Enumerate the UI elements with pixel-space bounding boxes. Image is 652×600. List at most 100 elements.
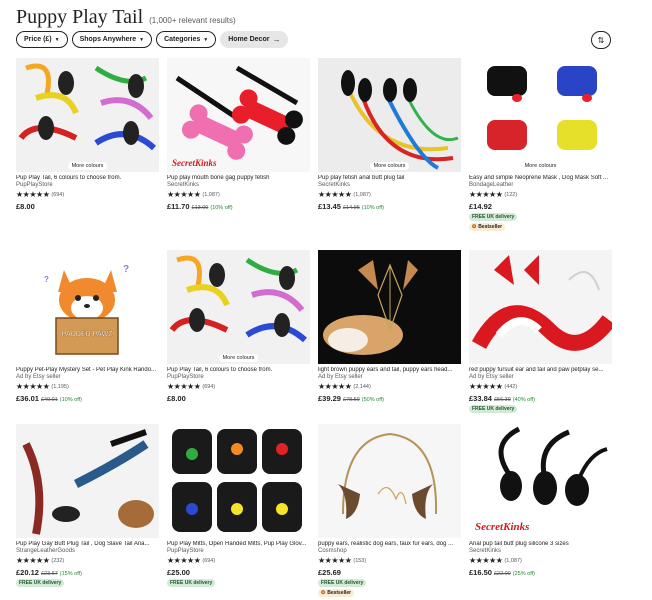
bestseller-icon: ✪	[321, 590, 326, 596]
tags: FREE UK delivery	[16, 579, 159, 587]
caret-down-icon: ▼	[203, 36, 209, 43]
price: £11.70	[167, 202, 190, 211]
home-decor-filter-button[interactable]: Home Decor →	[220, 31, 289, 48]
review-count: (1,087)	[202, 192, 220, 198]
product-title[interactable]: Pup Play Tail, 6 colours to choose from.	[16, 175, 159, 181]
free-delivery-badge: FREE UK delivery	[16, 579, 65, 587]
discount: (10% off)	[361, 205, 384, 211]
product-image[interactable]	[167, 424, 310, 538]
product-title[interactable]: Pup play mouth bone gag puppy fetish	[167, 175, 310, 181]
rating: ★★★★★ (1,195)	[16, 383, 159, 391]
star-rating-icon: ★★★★★	[167, 382, 201, 391]
price: £25.00	[167, 568, 190, 577]
silicone-plugs-image: SecretKinks	[469, 424, 612, 538]
original-price: £56.39	[493, 397, 511, 403]
svg-text:?: ?	[123, 264, 129, 275]
shop-name: SecretKinks	[469, 548, 502, 554]
image-watermark: PADDED PAWZ	[62, 331, 113, 338]
caret-down-icon: ▼	[139, 36, 145, 43]
star-rating-icon: ★★★★★	[16, 556, 50, 565]
star-rating-icon: ★★★★★	[469, 556, 503, 565]
price-row: £20.12 £23.67 (15% off)	[16, 568, 159, 577]
product-title[interactable]: Pup Play Mitts, Open Handed Mitts, Pup P…	[167, 541, 310, 547]
bestseller-label: Bestseller	[478, 224, 503, 230]
dog-masks-image	[469, 58, 612, 172]
product-title[interactable]: Pup play fetish anal butt plug tail	[318, 175, 461, 181]
corgi-box-image: PADDED PAWZ ? ?	[16, 250, 159, 364]
product-image[interactable]: More colours	[16, 58, 159, 172]
product-card[interactable]: More colours Pup Play Tail, 6 colours to…	[16, 58, 159, 211]
shop-location-filter-button[interactable]: Shops Anywhere ▼	[71, 31, 153, 48]
product-image[interactable]: More colours	[469, 58, 612, 172]
product-card[interactable]: puppy ears, realistic dog ears, faux fur…	[318, 424, 461, 597]
caret-down-icon: ▼	[54, 36, 60, 43]
product-card[interactable]: light brown puppy ears and tail, puppy e…	[318, 250, 461, 403]
product-card[interactable]: More colours Pup play fetish anal butt p…	[318, 58, 461, 211]
product-card[interactable]: More colours Easy and simple Neoprene Ma…	[469, 58, 612, 231]
price-filter-button[interactable]: Price (£) ▼	[16, 31, 68, 48]
product-card[interactable]: SecretKinks Anal pup tail butt plug sili…	[469, 424, 612, 577]
result-count: (1,000+ relevant results)	[149, 16, 236, 25]
product-card[interactable]: SecretKinks Pup play mouth bone gag pupp…	[167, 58, 310, 211]
shop-name: Cosmshop	[318, 548, 347, 554]
review-count: (694)	[51, 192, 65, 198]
free-delivery-badge: FREE UK delivery	[167, 579, 216, 587]
arrow-right-icon: →	[272, 35, 281, 44]
product-title[interactable]: Easy and simple Neoprene Mask , Dog Mask…	[469, 175, 612, 181]
price: £8.00	[16, 202, 35, 211]
categories-filter-button[interactable]: Categories ▼	[156, 31, 217, 48]
price: £39.29	[318, 394, 341, 403]
shop-name: BondageLeather	[469, 182, 514, 188]
product-image[interactable]: More colours	[167, 250, 310, 364]
price-row: £8.00	[167, 394, 310, 403]
rating: ★★★★★ (153)	[318, 557, 461, 565]
price-row: £13.45 £14.95 (10% off)	[318, 202, 461, 211]
price-row: £36.01 £40.01 (10% off)	[16, 394, 159, 403]
product-title[interactable]: Pup Play Tail, 6 colours to choose from.	[167, 367, 310, 373]
discount: (25% off)	[512, 571, 535, 577]
ears-tail-image	[318, 250, 461, 364]
rating: ★★★★★ (232)	[16, 557, 159, 565]
price: £20.12	[16, 568, 39, 577]
original-price: £22.00	[493, 571, 511, 577]
shop-name: Ad by Etsy seller	[469, 374, 514, 380]
product-card[interactable]: More colours Pup Play Tail, 6 colours to…	[167, 250, 310, 403]
review-count: (694)	[202, 558, 216, 564]
review-count: (122)	[504, 192, 518, 198]
product-image[interactable]	[318, 250, 461, 364]
product-card[interactable]: Pup Play Gay Butt Plug Tail , Dog Slave …	[16, 424, 159, 587]
price-row: £25.00	[167, 568, 310, 577]
product-image[interactable]: More colours	[318, 58, 461, 172]
product-title[interactable]: puppy ears, realistic dog ears, faux fur…	[318, 541, 461, 547]
product-image[interactable]: PADDED PAWZ ? ?	[16, 250, 159, 364]
rating: ★★★★★ (1,087)	[318, 191, 461, 199]
product-image[interactable]	[318, 424, 461, 538]
product-title[interactable]: red puppy fursuit ear and tail and paw p…	[469, 367, 612, 373]
shop-name: SecretKinks	[318, 182, 351, 188]
more-colours-badge: More colours	[520, 162, 561, 170]
product-title[interactable]: light brown puppy ears and tail, puppy e…	[318, 367, 461, 373]
leather-tails-image	[16, 424, 159, 538]
review-count: (1,087)	[504, 558, 522, 564]
product-image[interactable]: SecretKinks	[469, 424, 612, 538]
product-image[interactable]	[16, 424, 159, 538]
product-image[interactable]: SecretKinks	[167, 58, 310, 172]
rating: ★★★★★ (694)	[167, 557, 310, 565]
product-card[interactable]: PADDED PAWZ ? ? Puppy Pet-Play Mystery S…	[16, 250, 159, 403]
product-title[interactable]: Puppy Pet-Play Mystery Set - Pet Play Ki…	[16, 367, 159, 373]
product-title[interactable]: Anal pup tail butt plug silicone 3 sizes	[469, 541, 612, 547]
shop-location-filter-label: Shops Anywhere	[79, 36, 137, 43]
product-title[interactable]: Pup Play Gay Butt Plug Tail , Dog Slave …	[16, 541, 159, 547]
product-image[interactable]	[469, 250, 612, 364]
shop-name: Ad by Etsy seller	[16, 374, 61, 380]
product-card[interactable]: Pup Play Mitts, Open Handed Mitts, Pup P…	[167, 424, 310, 587]
rating: ★★★★★ (2,144)	[318, 383, 461, 391]
rating: ★★★★★ (694)	[167, 383, 310, 391]
headband-ears-image	[318, 424, 461, 538]
more-colours-badge: More colours	[218, 354, 259, 362]
sort-button[interactable]: ⇅	[591, 31, 611, 49]
free-delivery-badge: FREE UK delivery	[469, 405, 518, 413]
review-count: (1,195)	[51, 384, 69, 390]
product-card[interactable]: red puppy fursuit ear and tail and paw p…	[469, 250, 612, 413]
shop-name: SecretKinks	[167, 182, 200, 188]
